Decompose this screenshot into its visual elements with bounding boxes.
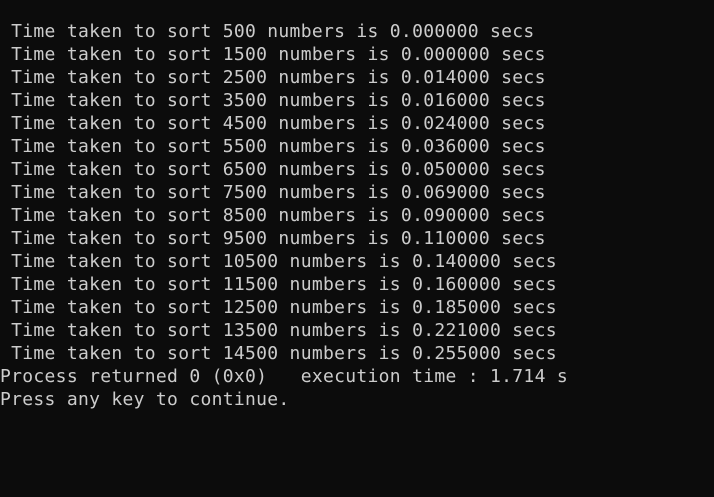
output-line-sort-14500: Time taken to sort 14500 numbers is 0.25… [0, 343, 557, 364]
output-line-sort-4500: Time taken to sort 4500 numbers is 0.024… [0, 113, 546, 134]
output-line-sort-10500: Time taken to sort 10500 numbers is 0.14… [0, 251, 557, 272]
output-line-sort-500: Time taken to sort 500 numbers is 0.0000… [0, 21, 535, 42]
output-line-sort-8500: Time taken to sort 8500 numbers is 0.090… [0, 205, 546, 226]
output-line-sort-9500: Time taken to sort 9500 numbers is 0.110… [0, 228, 546, 249]
console-output: Time taken to sort 500 numbers is 0.0000… [0, 20, 714, 411]
output-line-sort-3500: Time taken to sort 3500 numbers is 0.016… [0, 90, 546, 111]
output-line-sort-1500: Time taken to sort 1500 numbers is 0.000… [0, 44, 546, 65]
console-window[interactable]: { "console": { "lines": [ " Time taken t… [0, 0, 714, 497]
output-line-sort-13500: Time taken to sort 13500 numbers is 0.22… [0, 320, 557, 341]
press-any-key-prompt: Press any key to continue. [0, 389, 290, 410]
output-line-sort-11500: Time taken to sort 11500 numbers is 0.16… [0, 274, 557, 295]
output-line-sort-6500: Time taken to sort 6500 numbers is 0.050… [0, 159, 546, 180]
output-line-sort-2500: Time taken to sort 2500 numbers is 0.014… [0, 67, 546, 88]
output-line-sort-5500: Time taken to sort 5500 numbers is 0.036… [0, 136, 546, 157]
output-line-sort-7500: Time taken to sort 7500 numbers is 0.069… [0, 182, 546, 203]
output-line-sort-12500: Time taken to sort 12500 numbers is 0.18… [0, 297, 557, 318]
process-return-line: Process returned 0 (0x0) execution time … [0, 366, 568, 387]
